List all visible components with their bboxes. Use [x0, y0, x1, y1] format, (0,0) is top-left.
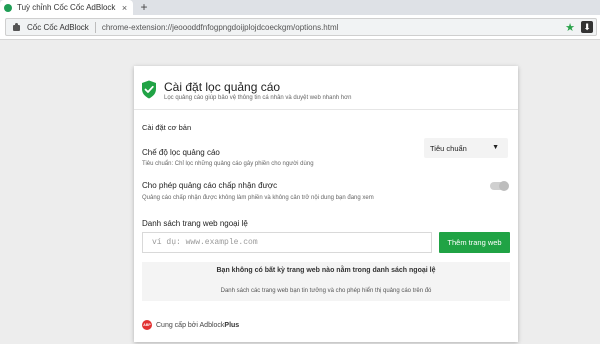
- filter-mode-description: Tiêu chuẩn: Chỉ lọc những quảng cáo gây …: [142, 161, 314, 167]
- address-bar[interactable]: Cốc Cốc AdBlock chrome-extension://jeooo…: [5, 18, 597, 36]
- filter-mode-select[interactable]: Tiêu chuẩn ▼: [424, 138, 508, 158]
- browser-tab[interactable]: Tuỳ chỉnh Cốc Cốc AdBlock ×: [0, 0, 133, 15]
- footer-credit[interactable]: Cung cấp bởi AdblockPlus: [156, 322, 239, 329]
- exceptions-empty-hint: Danh sách các trang web bạn tin tưởng và…: [220, 288, 432, 294]
- toggle-knob: [499, 181, 509, 191]
- tab-close-icon[interactable]: ×: [120, 3, 129, 13]
- extension-name: Cốc Cốc AdBlock: [27, 22, 89, 32]
- extension-puzzle-icon: [12, 22, 21, 32]
- footer: ABP Cung cấp bởi AdblockPlus: [142, 320, 239, 330]
- adblockplus-logo-icon: ABP: [142, 320, 152, 330]
- new-tab-button[interactable]: +: [138, 0, 150, 15]
- shield-check-icon: [142, 80, 156, 99]
- card-header: Cài đặt lọc quảng cáo Lọc quảng cáo giúp…: [134, 66, 518, 110]
- browser-toolbar: Cốc Cốc AdBlock chrome-extension://jeooo…: [0, 15, 600, 40]
- tab-strip: Tuỳ chỉnh Cốc Cốc AdBlock × +: [0, 0, 600, 15]
- url-text[interactable]: chrome-extension://jeoooddfnfogpngdoijpl…: [102, 23, 565, 32]
- acceptable-ads-toggle[interactable]: [490, 181, 509, 191]
- address-separator: [94, 21, 96, 33]
- exception-url-input[interactable]: [142, 232, 432, 253]
- caret-down-icon: ▼: [492, 144, 499, 151]
- filter-mode-label: Chế độ lọc quảng cáo: [142, 148, 220, 157]
- page-subtitle: Lọc quảng cáo giúp bảo vệ thông tin cá n…: [164, 95, 352, 101]
- exceptions-empty-state: Bạn không có bất kỳ trang web nào nằm tr…: [142, 262, 510, 301]
- acceptable-ads-label: Cho phép quảng cáo chấp nhận được: [142, 181, 278, 190]
- tab-title: Tuỳ chỉnh Cốc Cốc AdBlock: [17, 3, 116, 12]
- filter-mode-value: Tiêu chuẩn: [430, 144, 467, 153]
- page-title: Cài đặt lọc quảng cáo: [164, 80, 281, 94]
- download-icon[interactable]: ⬇: [581, 21, 593, 33]
- settings-card: Cài đặt lọc quảng cáo Lọc quảng cáo giúp…: [134, 66, 518, 342]
- bookmark-star-icon[interactable]: ★: [565, 21, 575, 34]
- add-site-button[interactable]: Thêm trang web: [439, 232, 510, 253]
- favicon-icon: [4, 3, 12, 12]
- footer-brand-bold: Plus: [224, 321, 240, 329]
- footer-credit-text: Cung cấp bởi Adblock: [156, 321, 225, 329]
- exceptions-label: Danh sách trang web ngoại lệ: [142, 219, 248, 228]
- exceptions-empty-title: Bạn không có bất kỳ trang web nào nằm tr…: [216, 267, 436, 274]
- section-title-basic: Cài đặt cơ bản: [142, 123, 192, 132]
- acceptable-ads-description: Quảng cáo chấp nhận được không làm phiền…: [142, 195, 374, 201]
